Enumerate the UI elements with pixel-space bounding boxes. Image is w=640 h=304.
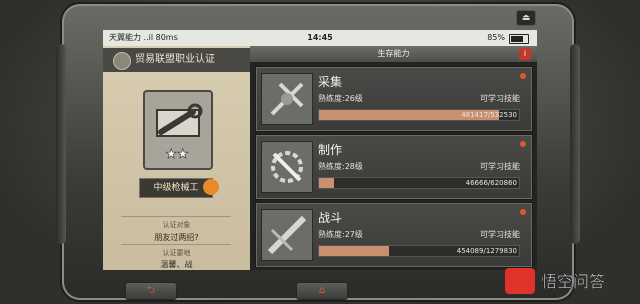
watermark: 悟空问答 [505,268,605,294]
section2-value: 温馨、战 [160,260,193,269]
device-handle-right [570,44,580,244]
skill-name: 制作 [318,143,343,157]
skill-name: 采集 [318,75,343,89]
section2-label: 认证要地 [162,249,191,257]
section1-value: 朋友过两招? [154,233,199,242]
skill-card-gather[interactable]: 采集 熟练度:26级 可学习技能 481417/532530 [255,66,533,132]
alliance-emblem-icon [113,52,131,70]
skill-progress-bar: 46666/620860 [318,177,520,189]
notification-dot [520,141,526,147]
clock: 14:45 [307,33,333,42]
skill-level: 熟练度:26级 [318,94,363,103]
notification-dot [520,209,526,215]
skill-card-craft[interactable]: 制作 熟练度:28级 可学习技能 46666/620860 [255,134,533,200]
skill-progress-bar: 454089/1279830 [318,245,520,257]
skill-level: 熟练度:28级 [318,162,363,171]
battery-icon [509,34,529,44]
job-title-tag[interactable]: 中级枪械工 [139,178,213,198]
skill-progress-text: 481417/532530 [461,111,517,119]
gather-icon [261,73,313,125]
screen: 天翼能力 ..il 80ms 14:45 85% 贸易联盟职业认证 ★★ 中级枪… [103,30,537,270]
info-button[interactable]: i [519,48,531,60]
device-handle-left [56,44,66,244]
skills-header: 生存能力 i [250,46,537,62]
divider [121,216,231,217]
divider [121,244,231,245]
skill-progress-text: 46666/620860 [465,179,517,187]
star-rating-icon: ★★ [165,147,189,160]
skill-level: 熟练度:27级 [318,230,363,239]
skill-progress-bar: 481417/532530 [318,109,520,121]
device-top-button[interactable]: ⏏ [516,10,536,26]
skill-progress-text: 454089/1279830 [456,247,517,255]
star-rating: ★★ [165,147,188,160]
skill-card-combat[interactable]: 战斗 熟练度:27级 可学习技能 454089/1279830 [255,202,533,268]
skills-header-title: 生存能力 [377,49,410,58]
certification-title-bar: 贸易联盟职业认证 [103,48,250,72]
skills-panel: 生存能力 i 采集 熟练度:26级 可学习技能 481417/532530 制作… [250,46,537,270]
watermark-text: 悟空问答 [541,272,605,291]
notification-dot [520,73,526,79]
craft-gear-icon [261,141,313,193]
certification-title: 贸易联盟职业认证 [135,54,215,65]
combat-weapon-icon [261,209,313,261]
job-badge[interactable]: ★★ [143,90,213,170]
back-button[interactable]: ⮌ [125,282,177,300]
watermark-logo-icon [505,268,535,294]
certification-panel: 贸易联盟职业认证 ★★ 中级枪械工 认证对象 朋友过两招? 认证要地 温馨、战 [103,46,250,270]
status-bar: 天翼能力 ..il 80ms 14:45 85% [103,30,537,46]
home-button[interactable]: ⌂ [296,282,348,300]
skill-status: 可学习技能 [480,162,520,171]
skill-name: 战斗 [318,211,343,225]
skill-status: 可学习技能 [480,230,520,239]
battery-percent: 85% [487,33,505,42]
eye-icon[interactable] [203,179,219,195]
wrench-icon [156,103,203,137]
skill-status: 可学习技能 [480,94,520,103]
section1-label: 认证对象 [162,221,191,229]
